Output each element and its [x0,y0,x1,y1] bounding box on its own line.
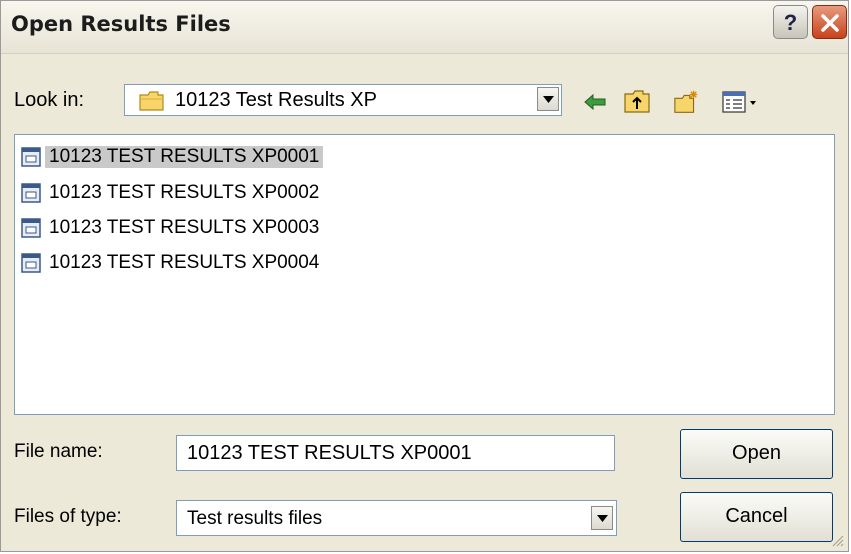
file-name-field-label: File name: [14,441,103,462]
dialog-title: Open Results Files [11,12,231,36]
resize-grip-icon[interactable] [830,533,844,547]
results-file-icon [21,183,41,203]
chevron-down-icon [597,515,608,522]
help-icon: ? [783,10,798,35]
results-file-icon [21,147,41,167]
file-name-label: 10123 TEST RESULTS XP0002 [49,182,320,203]
look-in-value: 10123 Test Results XP [175,89,377,111]
look-in-label: Look in: [14,89,85,111]
new-folder-icon[interactable] [673,88,701,116]
open-results-dialog: Open Results Files ? Look in: 10123 Test… [0,0,849,552]
file-type-select[interactable]: Test results files [176,500,617,536]
open-button[interactable]: Open [680,429,833,479]
cancel-button[interactable]: Cancel [680,492,833,542]
file-name-label: 10123 TEST RESULTS XP0004 [49,252,320,273]
file-type-dropdown-button[interactable] [591,506,613,530]
view-menu-button[interactable] [721,88,761,116]
open-button-label: Open [732,442,781,464]
close-icon [821,14,839,32]
title-bar[interactable]: Open Results Files ? [1,1,848,54]
file-type-field-label: Files of type: [14,506,122,527]
cancel-button-label: Cancel [725,505,788,527]
up-folder-icon[interactable] [623,88,651,116]
file-list[interactable]: 10123 TEST RESULTS XP0001 10123 TEST RES… [14,134,835,415]
view-menu-icon [722,91,756,113]
look-in-combo[interactable]: 10123 Test Results XP [124,84,562,116]
back-arrow-icon[interactable] [581,88,609,116]
chevron-down-icon [543,96,554,103]
file-name-label: 10123 TEST RESULTS XP0003 [49,217,320,238]
file-type-value: Test results files [187,508,323,529]
close-button[interactable] [812,5,847,39]
file-name-label: 10123 TEST RESULTS XP0001 [45,146,324,168]
results-file-icon [21,253,41,273]
folder-icon [139,91,164,111]
help-button[interactable]: ? [773,5,808,39]
look-in-dropdown-button[interactable] [537,87,559,111]
file-name-value: 10123 TEST RESULTS XP0001 [187,442,472,464]
results-file-icon [21,218,41,238]
file-name-input[interactable]: 10123 TEST RESULTS XP0001 [176,435,615,471]
